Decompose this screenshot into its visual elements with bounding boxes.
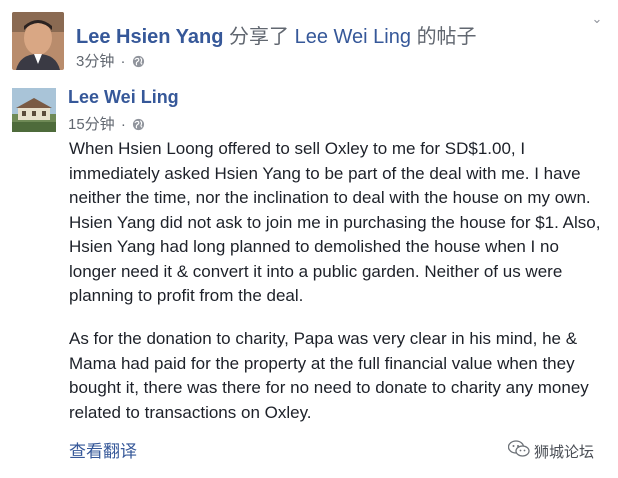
sharer-name[interactable]: Lee Hsien Yang — [76, 26, 223, 48]
shared-from-name[interactable]: Lee Wei Ling — [295, 26, 411, 48]
watermark: 狮城论坛 — [507, 440, 595, 462]
post-meta: 15分钟 · — [68, 113, 145, 135]
author-avatar[interactable] — [12, 88, 56, 132]
chevron-down-icon: ⌄ — [591, 11, 603, 26]
globe-icon — [132, 55, 145, 72]
share-action-text: 分享了 — [229, 26, 290, 48]
post-paragraph: When Hsien Loong offered to sell Oxley t… — [69, 139, 601, 305]
post-timestamp[interactable]: 15分钟 — [68, 116, 115, 133]
post-author-name[interactable]: Lee Wei Ling — [68, 87, 179, 108]
globe-icon — [132, 118, 145, 135]
share-header: Lee Hsien Yang 分享了 Lee Wei Ling 的帖子 — [76, 20, 477, 49]
share-meta: 3分钟 · — [76, 50, 145, 72]
share-timestamp[interactable]: 3分钟 — [76, 53, 114, 70]
wechat-icon — [507, 440, 530, 462]
sharer-avatar[interactable] — [12, 12, 64, 70]
post-word: 的帖子 — [416, 26, 477, 48]
meta-separator: · — [120, 53, 126, 70]
watermark-text: 狮城论坛 — [534, 443, 595, 461]
post-paragraph: As for the donation to charity, Papa was… — [69, 329, 589, 422]
meta-separator: · — [120, 116, 126, 133]
see-translation-link[interactable]: 查看翻译 — [69, 437, 137, 462]
post-options-chevron[interactable]: ⌄ — [588, 10, 606, 28]
